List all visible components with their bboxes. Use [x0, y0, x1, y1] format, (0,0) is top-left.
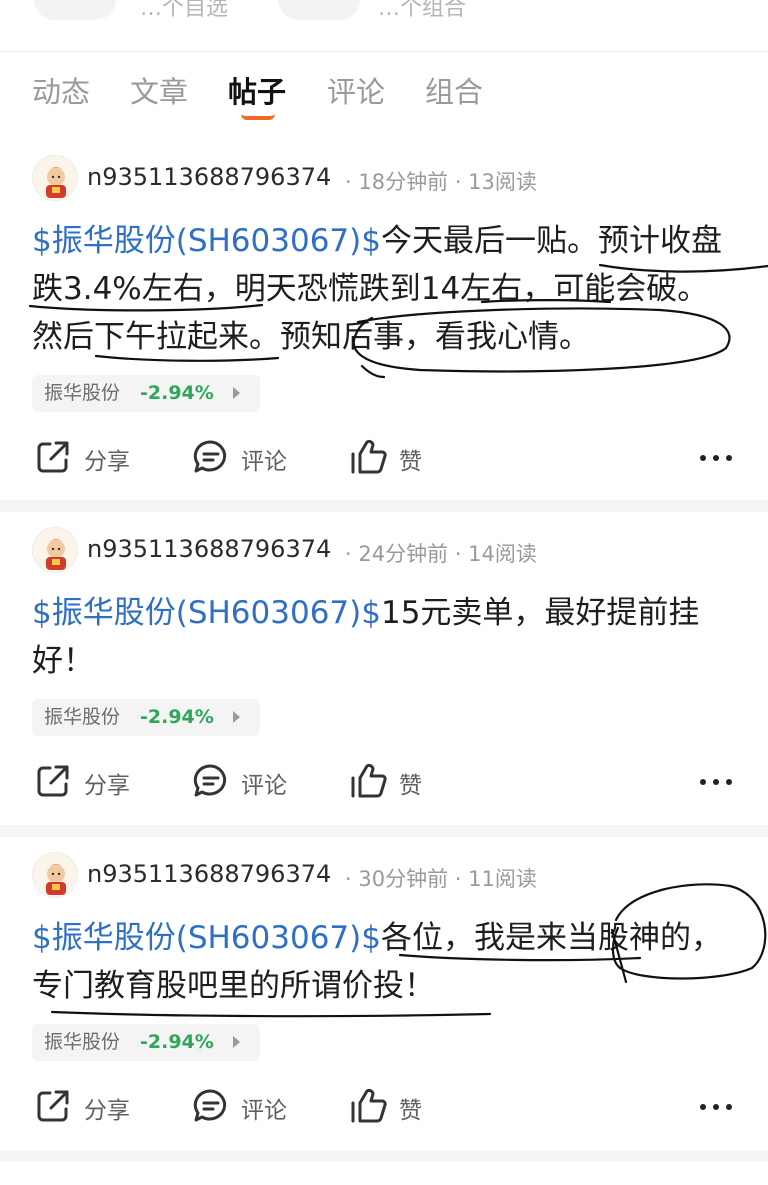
share-label: 分享 — [84, 773, 130, 799]
stat-pill-right[interactable] — [278, 0, 360, 20]
more-icon[interactable] — [700, 772, 732, 792]
comment-label: 评论 — [241, 1098, 287, 1124]
stock-tag-link[interactable]: $振华股份(SH603067)$ — [32, 223, 381, 259]
like-label: 赞 — [399, 773, 422, 799]
like-button[interactable]: 赞 — [350, 438, 440, 478]
share-button[interactable]: 分享 — [34, 438, 144, 478]
share-label: 分享 — [84, 449, 130, 475]
like-button[interactable]: 赞 — [350, 1087, 440, 1127]
avatar-icon[interactable] — [32, 155, 78, 201]
active-tab-indicator — [241, 114, 275, 120]
chip-stock-name: 振华股份 — [44, 1031, 121, 1053]
like-icon — [351, 1088, 387, 1123]
like-icon — [351, 763, 387, 798]
more-icon[interactable] — [700, 448, 732, 468]
tab-activity[interactable]: 动态 — [32, 72, 90, 112]
more-icon[interactable] — [700, 1097, 732, 1117]
post-meta: · 30分钟前 · 11阅读 — [345, 867, 537, 891]
share-button[interactable]: 分享 — [34, 762, 144, 802]
post-divider — [0, 500, 768, 512]
stat-text-right: …个组合 — [378, 0, 467, 21]
post-body[interactable]: $振华股份(SH603067)$15元卖单，最好提前挂好！ — [32, 589, 736, 685]
comment-label: 评论 — [241, 773, 287, 799]
chevron-right-icon — [233, 1036, 240, 1048]
post-divider — [0, 825, 768, 837]
post-divider — [0, 1150, 768, 1162]
tab-posts[interactable]: 帖子 — [228, 72, 286, 112]
comment-icon — [193, 440, 227, 473]
post-meta: · 18分钟前 · 13阅读 — [345, 170, 537, 194]
like-button[interactable]: 赞 — [350, 762, 440, 802]
comment-icon — [193, 1089, 227, 1122]
comment-label: 评论 — [241, 449, 287, 475]
stock-tag-link[interactable]: $振华股份(SH603067)$ — [32, 920, 381, 956]
tab-portfolios[interactable]: 组合 — [425, 72, 483, 112]
post-meta: · 24分钟前 · 14阅读 — [345, 542, 537, 566]
post-username[interactable]: n935113688796374 — [87, 860, 331, 888]
post-username[interactable]: n935113688796374 — [87, 163, 331, 191]
stock-chip[interactable]: 振华股份 -2.94% — [32, 375, 260, 412]
share-icon — [37, 441, 69, 473]
tab-comments[interactable]: 评论 — [327, 72, 385, 112]
chip-change-value: -2.94% — [140, 706, 214, 728]
stat-pill-left[interactable] — [34, 0, 116, 20]
profile-tabs: 动态 文章 帖子 评论 组合 — [0, 52, 768, 132]
stock-chip[interactable]: 振华股份 -2.94% — [32, 1024, 260, 1061]
chip-stock-name: 振华股份 — [44, 706, 121, 728]
post-username[interactable]: n935113688796374 — [87, 535, 331, 563]
stat-text-left: …个自选 — [140, 0, 229, 21]
share-icon — [37, 1090, 69, 1122]
avatar-icon[interactable] — [32, 852, 78, 898]
chip-stock-name: 振华股份 — [44, 382, 121, 404]
chip-change-value: -2.94% — [140, 1031, 214, 1053]
share-button[interactable]: 分享 — [34, 1087, 144, 1127]
stock-chip[interactable]: 振华股份 -2.94% — [32, 699, 260, 736]
tab-articles[interactable]: 文章 — [130, 72, 188, 112]
like-label: 赞 — [399, 1098, 422, 1124]
chevron-right-icon — [233, 387, 240, 399]
share-label: 分享 — [84, 1098, 130, 1124]
profile-stats-strip: …个自选 …个组合 — [0, 0, 768, 52]
comment-button[interactable]: 评论 — [192, 438, 302, 478]
like-label: 赞 — [399, 449, 422, 475]
post-body[interactable]: $振华股份(SH603067)$各位，我是来当股神的，专门教育股吧里的所谓价投！ — [32, 914, 736, 1010]
share-icon — [37, 765, 69, 797]
comment-button[interactable]: 评论 — [192, 762, 302, 802]
chevron-right-icon — [233, 711, 240, 723]
comment-icon — [193, 764, 227, 797]
stock-tag-link[interactable]: $振华股份(SH603067)$ — [32, 595, 381, 631]
avatar-icon[interactable] — [32, 527, 78, 573]
like-icon — [351, 439, 387, 474]
post-body[interactable]: $振华股份(SH603067)$今天最后一贴。预计收盘跌3.4%左右，明天恐慌跌… — [32, 217, 736, 361]
chip-change-value: -2.94% — [140, 382, 214, 404]
comment-button[interactable]: 评论 — [192, 1087, 302, 1127]
